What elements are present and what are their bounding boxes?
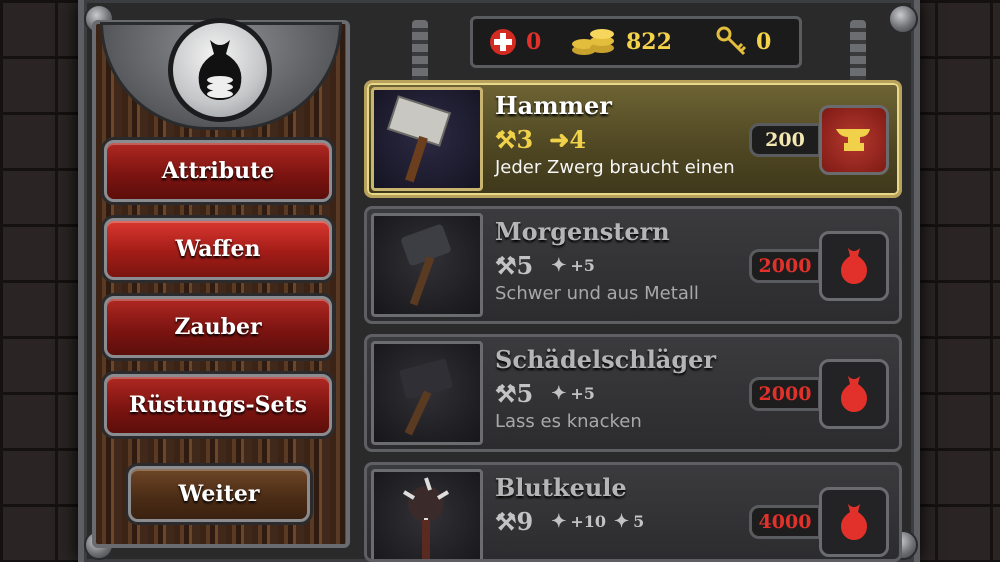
bonus2-value: 5	[633, 512, 645, 531]
weapon-card-morgenstern[interactable]: Morgenstern ⚒ 5 ✦ +5 Schwer und aus Meta…	[364, 206, 902, 324]
price-tag: 2000	[749, 377, 821, 411]
menu-button-waffen[interactable]: Waffen	[104, 218, 332, 280]
anvil-icon	[836, 129, 870, 151]
weapon-stats: ⚒ 5 ✦ +5	[495, 251, 595, 280]
money-bag-icon	[841, 248, 867, 284]
gold-coins-icon	[572, 29, 614, 55]
buy-button[interactable]	[819, 231, 889, 301]
buy-button[interactable]	[819, 359, 889, 429]
health-counter: 0	[488, 16, 541, 68]
menu-button-attribute[interactable]: Attribute	[104, 140, 332, 202]
gold-value: 822	[626, 29, 672, 55]
price-tag: 4000	[749, 505, 821, 539]
upgrade-value: 4	[569, 125, 587, 154]
attack-icon: ⚒	[495, 507, 517, 536]
weapon-name: Schädelschläger	[495, 345, 717, 374]
price-tag: 2000	[749, 249, 821, 283]
attack-icon: ⚒	[495, 379, 517, 408]
weapon-card-blutkeule[interactable]: Blutkeule ⚒ 9 ✦ +10 ✦ 5 4000	[364, 462, 902, 562]
bonus-value: +10	[570, 512, 606, 531]
weapon-card-hammer[interactable]: Hammer ⚒ 3 ➜ 4 Jeder Zwerg braucht einen…	[364, 80, 902, 198]
menu-button-ruestungs-sets[interactable]: Rüstungs-Sets	[104, 374, 332, 436]
bonus-value: +5	[570, 256, 595, 275]
weapon-card-schaedelschlaeger[interactable]: Schädelschläger ⚒ 5 ✦ +5 Lass es knacken…	[364, 334, 902, 452]
attack-value: 9	[516, 507, 534, 536]
weapon-thumbnail	[371, 341, 483, 445]
health-value: 0	[526, 29, 542, 55]
weapon-description: Jeder Zwerg braucht einen	[495, 157, 735, 178]
money-bag-icon	[198, 40, 242, 100]
weapon-description: Lass es knacken	[495, 411, 642, 432]
blood-club-icon	[402, 477, 450, 559]
morningstar-icon	[401, 224, 451, 306]
weapon-stats: ⚒ 9 ✦ +10 ✦ 5	[495, 507, 644, 536]
upgrade-button[interactable]	[819, 105, 889, 175]
weapon-thumbnail	[371, 213, 483, 317]
weapon-name: Blutkeule	[495, 473, 627, 502]
keys-value: 0	[756, 29, 772, 55]
gold-counter: 822	[570, 16, 672, 68]
keys-counter: 0	[716, 16, 771, 68]
corner-bolt	[888, 4, 918, 34]
money-bag-icon	[841, 504, 867, 540]
weapon-thumbnail	[371, 469, 483, 559]
attack-value: 5	[516, 251, 534, 280]
weapon-name: Hammer	[495, 91, 612, 120]
attack-value: 3	[516, 125, 534, 154]
shop-medallion	[168, 18, 272, 122]
attack-icon: ⚒	[495, 125, 517, 154]
next-button[interactable]: Weiter	[128, 466, 310, 522]
weapon-stats: ⚒ 3 ➜ 4	[495, 125, 586, 154]
bonus-icon: ✦	[551, 255, 567, 276]
bonus-value: +5	[570, 384, 595, 403]
price-tag: 200	[749, 123, 821, 157]
hammer-icon	[386, 95, 452, 183]
key-icon	[716, 26, 747, 56]
weapon-thumbnail	[371, 87, 483, 191]
upgrade-arrow-icon: ➜	[549, 125, 570, 154]
health-cross-icon	[490, 29, 516, 55]
buy-button[interactable]	[819, 487, 889, 557]
weapon-name: Morgenstern	[495, 217, 670, 246]
bonus2-icon: ✦	[613, 511, 630, 532]
skullcrusher-icon	[399, 358, 453, 436]
bonus-icon: ✦	[551, 383, 567, 404]
attack-icon: ⚒	[495, 251, 517, 280]
attack-value: 5	[516, 379, 534, 408]
weapon-stats: ⚒ 5 ✦ +5	[495, 379, 595, 408]
bonus-icon: ✦	[551, 511, 567, 532]
money-bag-icon	[841, 376, 867, 412]
weapon-description: Schwer und aus Metall	[495, 283, 699, 304]
menu-button-zauber[interactable]: Zauber	[104, 296, 332, 358]
